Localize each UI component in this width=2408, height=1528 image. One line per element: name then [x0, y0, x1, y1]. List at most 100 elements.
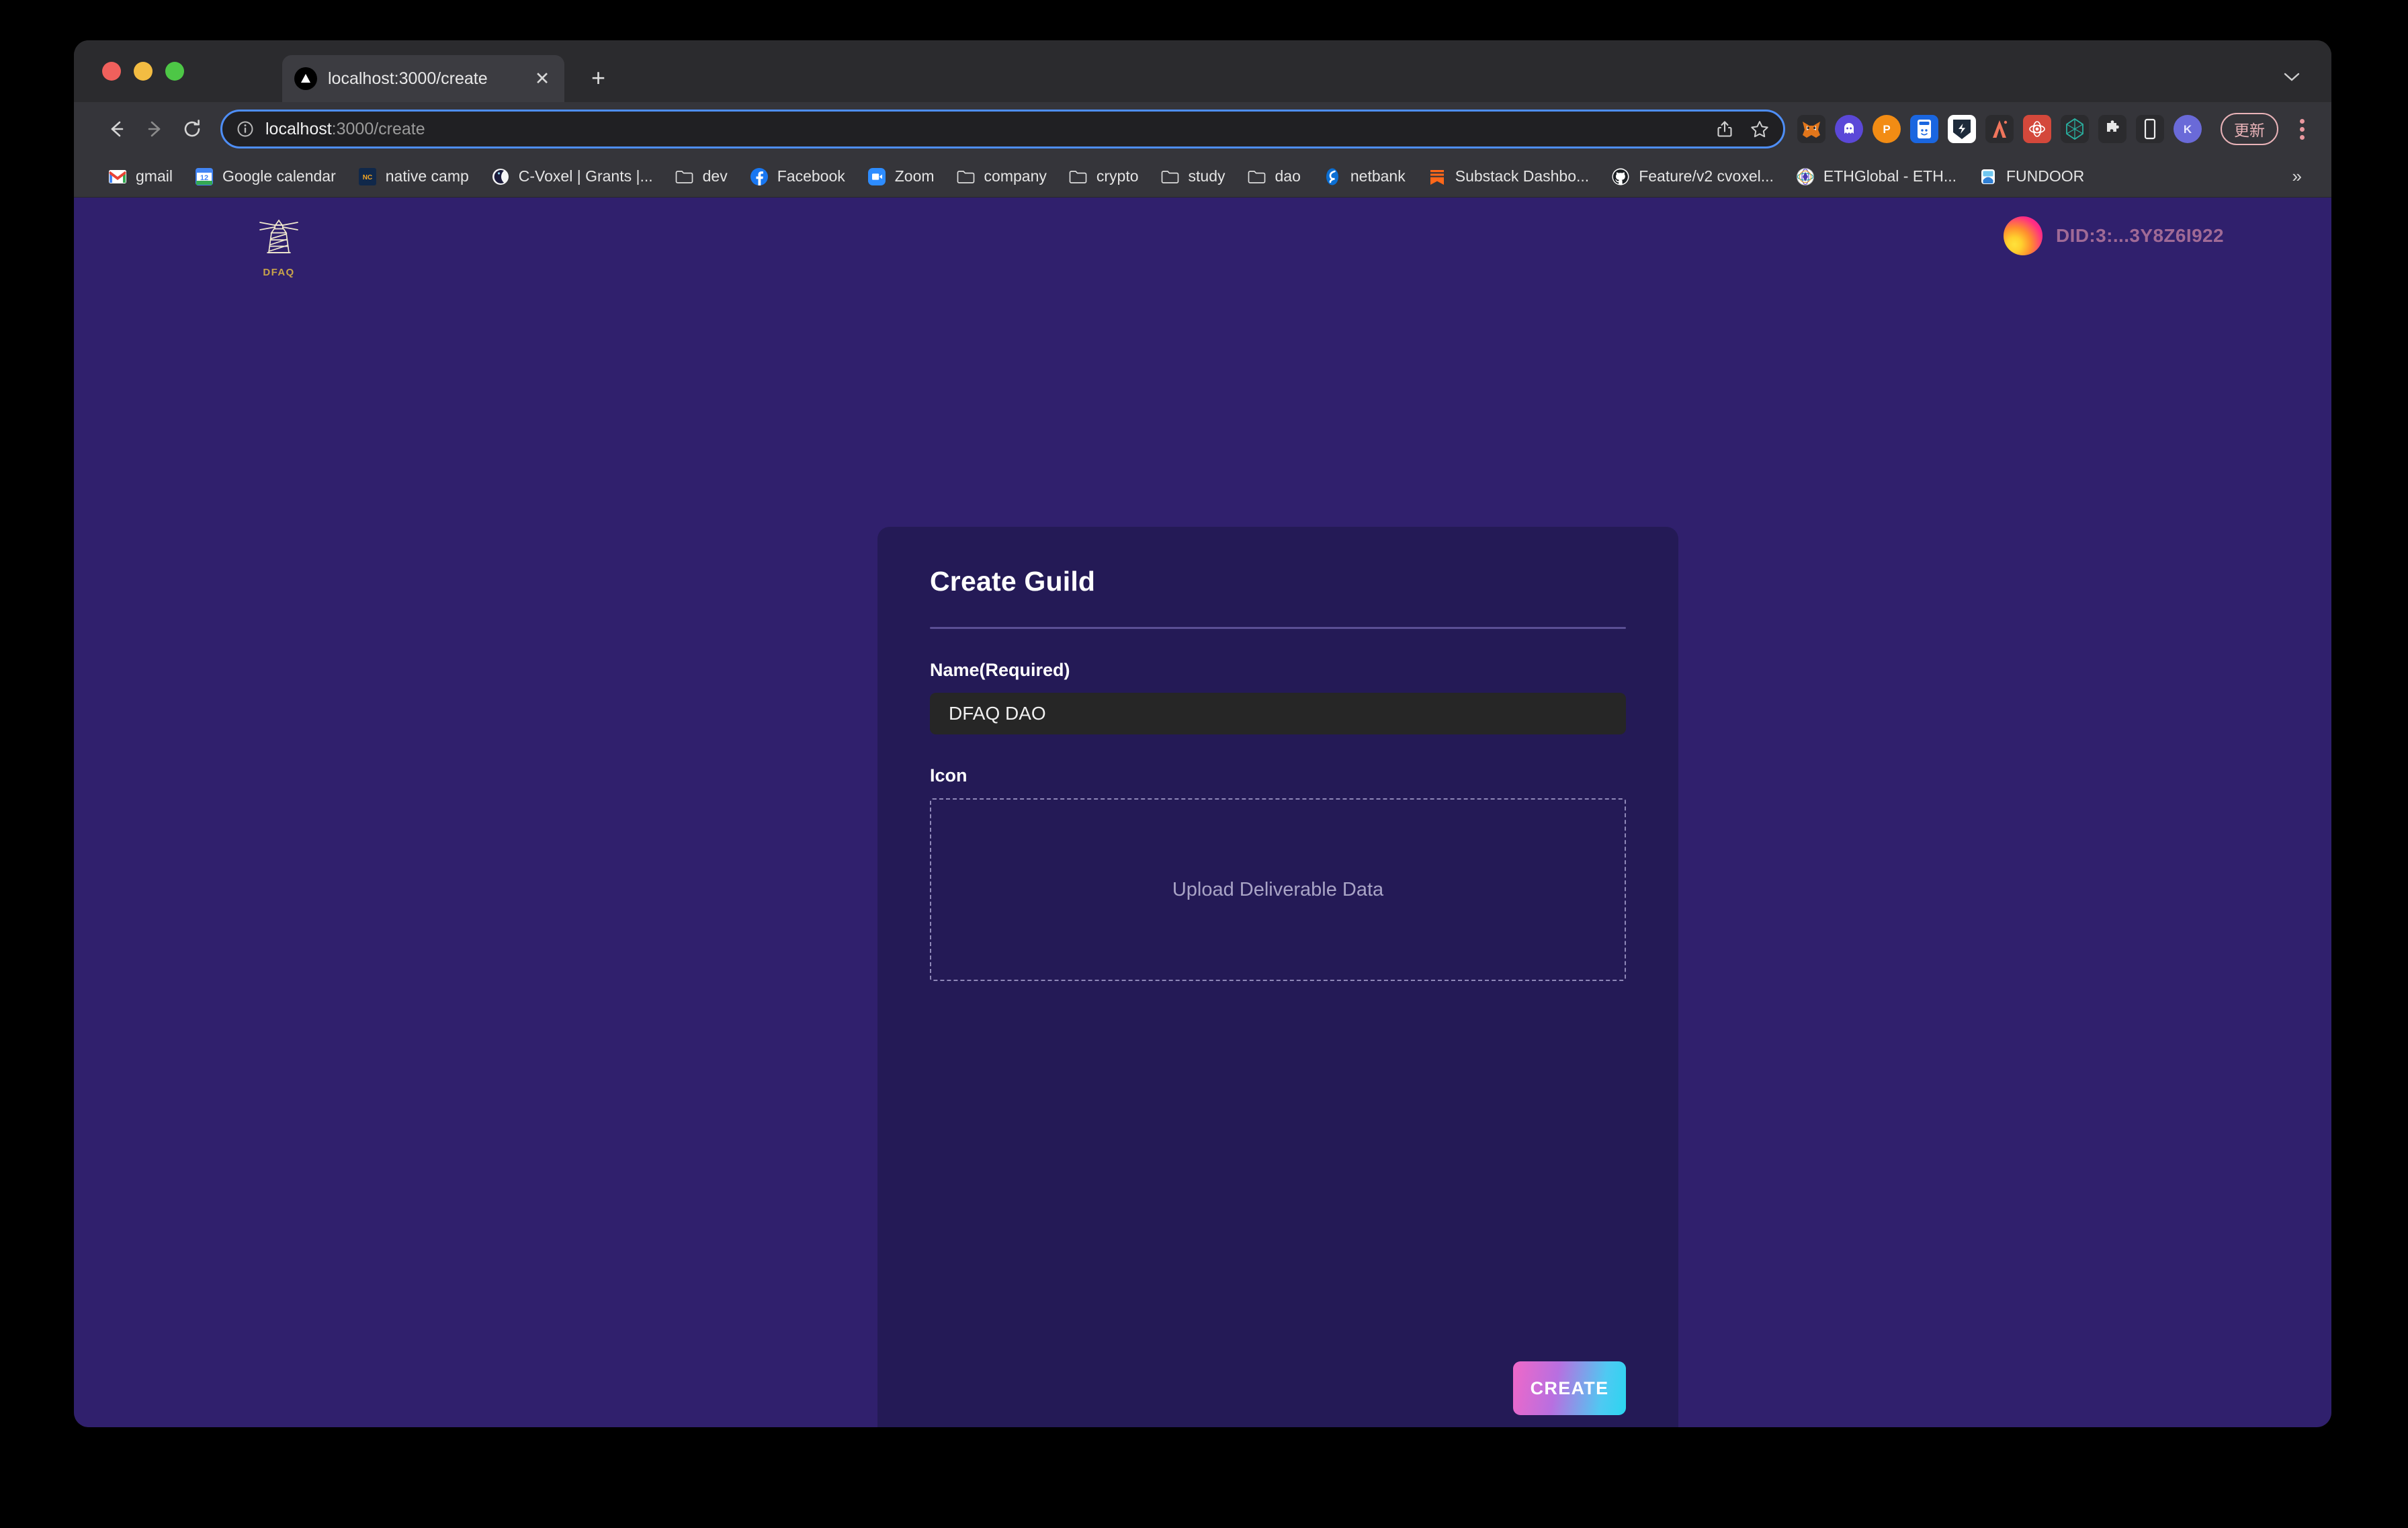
bookmark-item[interactable]: C-Voxel | Grants |...	[480, 161, 664, 192]
folder-icon	[675, 167, 695, 187]
bookmark-item[interactable]: crypto	[1058, 161, 1150, 192]
logo-name: DFAQ	[263, 267, 295, 278]
bookmark-label: Facebook	[777, 167, 845, 185]
bookmark-label: company	[984, 167, 1047, 185]
bookmark-label: dev	[702, 167, 728, 185]
new-tab-button[interactable]: +	[591, 66, 605, 90]
back-icon[interactable]	[98, 110, 136, 148]
reload-icon[interactable]	[173, 110, 211, 148]
bookmark-item[interactable]: NC native camp	[347, 161, 480, 192]
page-content: DFAQ DID:3:...3Y8Z6I922 Create Guild Nam…	[74, 198, 2331, 1427]
bookmarks-overflow-button[interactable]: »	[2283, 166, 2311, 187]
site-info-icon[interactable]	[236, 120, 255, 138]
bookmark-item[interactable]: company	[945, 161, 1058, 192]
bookmark-item[interactable]: dev	[664, 161, 738, 192]
svg-text:P: P	[1883, 123, 1890, 136]
lighthouse-icon	[253, 216, 304, 264]
address-bar-url[interactable]: localhost:3000/create	[265, 120, 1700, 139]
bookmark-item[interactable]: FUNDOOR	[1967, 161, 2095, 192]
folder-icon	[1247, 167, 1267, 187]
metamask-icon[interactable]	[1797, 115, 1825, 143]
gmail-icon	[108, 167, 128, 187]
create-button[interactable]: CREATE	[1513, 1361, 1626, 1415]
browser-toolbar: localhost:3000/create P K 更新	[74, 102, 2331, 156]
google-calendar-icon: 12	[194, 167, 214, 187]
bookmarks-bar: gmail 12 Google calendar NC native camp C-Vox…	[74, 156, 2331, 198]
close-window-button[interactable]	[102, 62, 121, 81]
bookmark-item[interactable]: gmail	[97, 161, 183, 192]
profile-avatar-k[interactable]: K	[2174, 115, 2202, 143]
triangle-icon	[294, 67, 317, 90]
rabby-icon[interactable]	[2023, 115, 2051, 143]
bookmark-item[interactable]: Substack Dashbo...	[1416, 161, 1600, 192]
tab-title: localhost:3000/create	[328, 69, 488, 88]
divider	[930, 627, 1626, 629]
folder-icon	[956, 167, 976, 187]
frame-icon[interactable]	[2061, 115, 2089, 143]
close-icon[interactable]: ✕	[532, 69, 552, 88]
account-did-badge[interactable]: DID:3:...3Y8Z6I922	[2004, 216, 2224, 255]
ghost-wallet-icon[interactable]	[1835, 115, 1863, 143]
bookmark-item[interactable]: Zoom	[856, 161, 945, 192]
extensions-toolbar: P K 更新	[1797, 113, 2307, 145]
bookmark-label: native camp	[385, 167, 469, 185]
url-path: :3000/create	[331, 119, 425, 138]
argent-icon[interactable]	[1985, 115, 2014, 143]
share-icon[interactable]	[1715, 119, 1735, 139]
page-title: Create Guild	[930, 566, 1096, 597]
name-field-label: Name(Required)	[930, 660, 1070, 680]
bookmark-label: dao	[1275, 167, 1301, 185]
bookmark-item[interactable]: ETHGlobal - ETH...	[1784, 161, 1967, 192]
folder-icon	[1160, 167, 1180, 187]
phantom-icon[interactable]: P	[1873, 115, 1901, 143]
bookmark-label: C-Voxel | Grants |...	[518, 167, 653, 185]
bookmark-label: crypto	[1096, 167, 1139, 185]
brave-wallet-icon[interactable]	[1948, 115, 1976, 143]
svg-text:NC: NC	[363, 174, 372, 181]
did-text: DID:3:...3Y8Z6I922	[2056, 225, 2224, 246]
bookmark-label: Zoom	[894, 167, 935, 185]
address-bar[interactable]: localhost:3000/create	[220, 110, 1785, 148]
chevron-down-icon[interactable]	[2283, 69, 2300, 86]
native-camp-icon: NC	[357, 167, 378, 187]
forward-icon[interactable]	[136, 110, 173, 148]
bookmark-item[interactable]: Feature/v2 cvoxel...	[1600, 161, 1784, 192]
maximize-window-button[interactable]	[165, 62, 184, 81]
name-input[interactable]	[930, 693, 1626, 734]
netbank-icon	[1322, 167, 1342, 187]
mobile-view-icon[interactable]	[2136, 115, 2164, 143]
window-traffic-lights	[102, 62, 184, 81]
tab-strip: localhost:3000/create ✕ +	[74, 40, 2331, 102]
icon-upload-dropzone[interactable]: Upload Deliverable Data	[930, 798, 1626, 981]
keeper-wallet-icon[interactable]	[1910, 115, 1938, 143]
bookmark-item[interactable]: 12 Google calendar	[183, 161, 347, 192]
update-button[interactable]: 更新	[2221, 113, 2278, 145]
svg-text:K: K	[2184, 123, 2192, 136]
extensions-puzzle-icon[interactable]	[2098, 115, 2126, 143]
browser-tab[interactable]: localhost:3000/create ✕	[282, 55, 564, 102]
browser-menu-icon[interactable]	[2297, 116, 2307, 142]
bookmark-label: Feature/v2 cvoxel...	[1639, 167, 1774, 185]
minimize-window-button[interactable]	[134, 62, 153, 81]
bookmark-item[interactable]: study	[1150, 161, 1236, 192]
bookmark-item[interactable]: dao	[1236, 161, 1312, 192]
bookmark-item[interactable]: netbank	[1312, 161, 1416, 192]
fundoor-icon	[1978, 167, 1998, 187]
cvoxel-icon	[490, 167, 511, 187]
bookmark-label: gmail	[136, 167, 173, 185]
bookmark-label: netbank	[1350, 167, 1406, 185]
bookmark-item[interactable]: Facebook	[738, 161, 856, 192]
icon-field-label: Icon	[930, 765, 968, 786]
avatar	[2004, 216, 2043, 255]
bookmark-star-icon[interactable]	[1750, 119, 1770, 139]
dropzone-label: Upload Deliverable Data	[1172, 878, 1384, 900]
bookmark-label: Google calendar	[222, 167, 336, 185]
app-header: DFAQ DID:3:...3Y8Z6I922	[74, 198, 2331, 298]
github-icon	[1610, 167, 1631, 187]
zoom-icon	[867, 167, 887, 187]
url-host: localhost	[265, 119, 332, 138]
browser-window: localhost:3000/create ✕ + localhost:3000…	[74, 40, 2331, 1427]
logo[interactable]: DFAQ	[242, 216, 316, 278]
ethglobal-icon	[1795, 167, 1815, 187]
facebook-icon	[749, 167, 769, 187]
